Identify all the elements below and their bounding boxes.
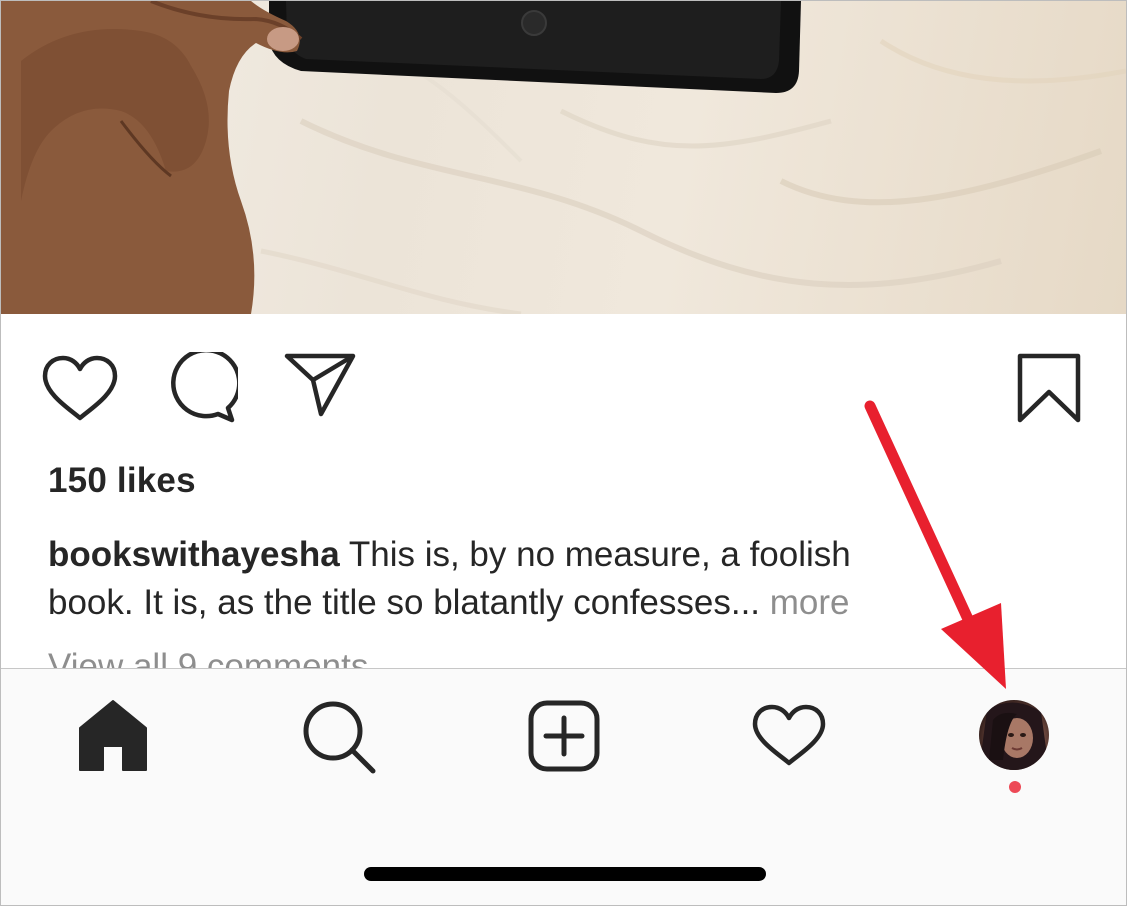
caption-username[interactable]: bookswithayesha xyxy=(48,535,340,574)
likes-count[interactable]: 150 likes xyxy=(48,461,196,501)
app-screen: 150 likes bookswithayesha This is, by no… xyxy=(0,0,1127,906)
speech-bubble-icon[interactable] xyxy=(164,352,238,426)
post-caption: bookswithayesha This is, by no measure, … xyxy=(48,531,1088,627)
avatar-photo xyxy=(979,702,1049,770)
search-icon[interactable] xyxy=(301,699,377,780)
caption-text-line2: book. It is, as the title so blatantly c… xyxy=(48,583,770,622)
notification-dot xyxy=(1009,781,1021,793)
heart-icon[interactable] xyxy=(41,354,119,424)
bookmark-icon[interactable] xyxy=(1016,352,1082,424)
paper-plane-icon[interactable] xyxy=(283,352,357,418)
post-image-drawing xyxy=(1,1,1126,314)
new-post-icon[interactable] xyxy=(528,700,600,777)
home-icon[interactable] xyxy=(77,698,149,777)
activity-heart-icon[interactable] xyxy=(751,703,827,774)
profile-avatar[interactable] xyxy=(979,700,1049,770)
more-link[interactable]: more xyxy=(770,583,850,622)
caption-text-line1: This is, by no measure, a foolish xyxy=(339,535,851,574)
home-indicator[interactable] xyxy=(364,867,766,881)
post-actions xyxy=(1,314,1126,459)
post-image[interactable] xyxy=(1,1,1126,314)
